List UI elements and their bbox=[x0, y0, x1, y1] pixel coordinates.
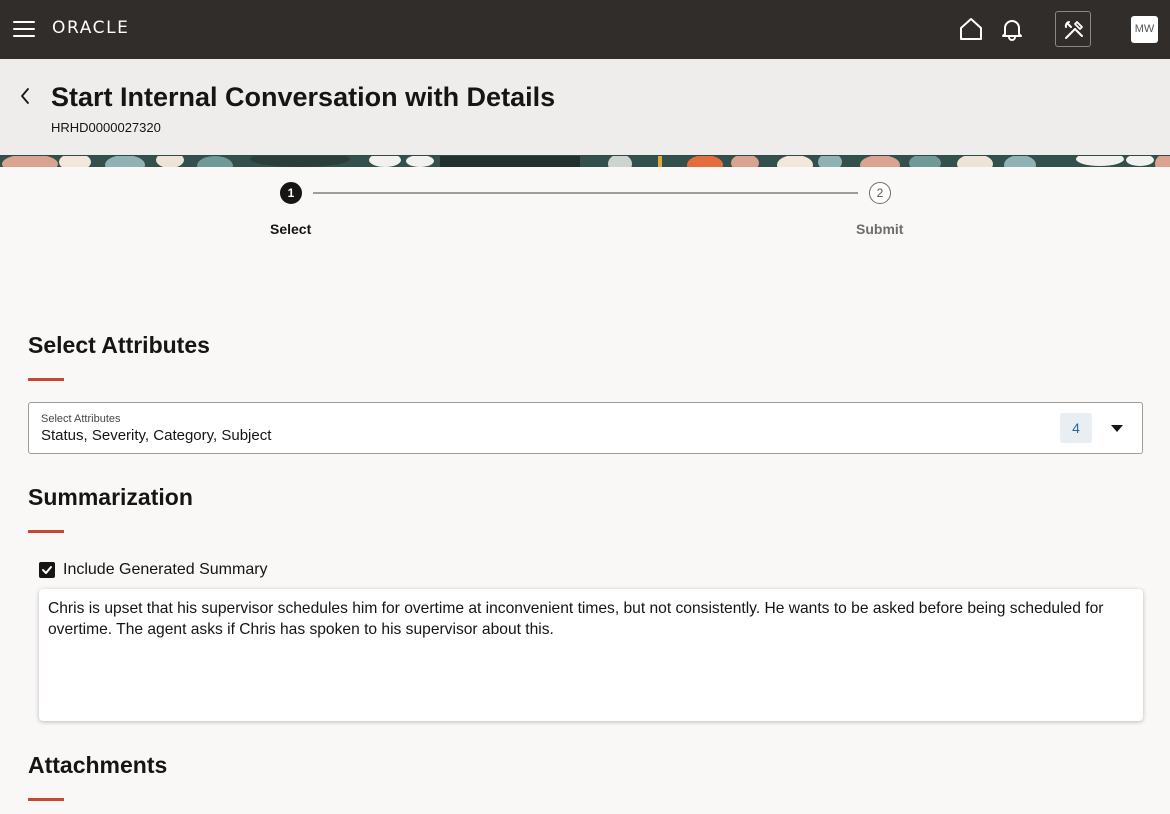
include-summary-checkbox[interactable] bbox=[39, 562, 55, 578]
train-step-2-label[interactable]: Submit bbox=[856, 221, 903, 237]
summary-textarea[interactable]: Chris is upset that his supervisor sched… bbox=[39, 589, 1143, 721]
chevron-left-icon bbox=[21, 88, 29, 104]
bell-icon[interactable] bbox=[999, 16, 1025, 42]
tools-button[interactable] bbox=[1055, 11, 1091, 47]
section-underline bbox=[28, 378, 64, 381]
check-icon bbox=[42, 566, 52, 574]
oracle-logo[interactable]: ORACLE bbox=[52, 18, 130, 38]
select-attributes-dropdown[interactable]: Select Attributes Status, Severity, Cate… bbox=[28, 402, 1143, 454]
home-icon[interactable] bbox=[958, 16, 984, 42]
summarization-heading: Summarization bbox=[28, 484, 193, 510]
tools-icon bbox=[1064, 21, 1083, 39]
reference-id: HRHD0000027320 bbox=[51, 120, 161, 135]
train-step-2[interactable]: 2 bbox=[869, 182, 891, 204]
page-header: Start Internal Conversation with Details… bbox=[0, 59, 1170, 155]
back-button[interactable] bbox=[14, 85, 36, 107]
decorative-banner bbox=[0, 155, 1170, 167]
menu-icon[interactable] bbox=[13, 20, 35, 38]
section-underline bbox=[28, 798, 64, 801]
page-title: Start Internal Conversation with Details bbox=[51, 82, 556, 112]
include-summary-label[interactable]: Include Generated Summary bbox=[63, 561, 268, 579]
top-nav-bar: ORACLE MW bbox=[0, 0, 1170, 59]
attachments-heading: Attachments bbox=[28, 752, 168, 778]
train-step-1-label[interactable]: Select bbox=[270, 221, 311, 237]
caret-down-icon[interactable] bbox=[1110, 423, 1124, 433]
selected-count-badge[interactable]: 4 bbox=[1060, 413, 1092, 443]
select-attributes-heading: Select Attributes bbox=[28, 332, 210, 358]
select-attributes-label: Select Attributes bbox=[41, 413, 121, 425]
user-avatar[interactable]: MW bbox=[1131, 16, 1158, 43]
select-attributes-value: Status, Severity, Category, Subject bbox=[41, 427, 272, 444]
train-step-1[interactable]: 1 bbox=[280, 182, 302, 204]
section-underline bbox=[28, 530, 64, 533]
train-connector bbox=[313, 192, 858, 194]
